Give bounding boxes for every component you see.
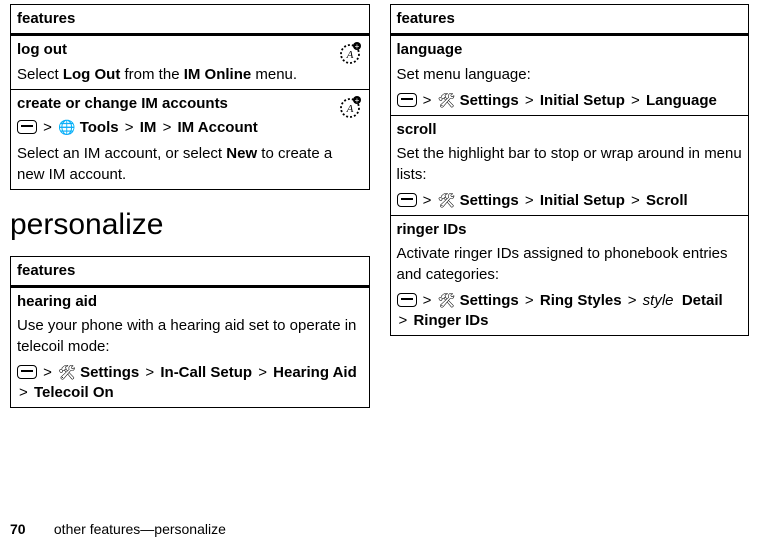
- menu-key-icon: [397, 193, 417, 207]
- accessibility-badge-icon: A+: [337, 40, 363, 66]
- row-ringer-ids: ringer IDs Activate ringer IDs assigned …: [390, 216, 749, 336]
- nav-path: > 🌐 Tools > IM > IM Account: [17, 118, 363, 138]
- svg-text:A: A: [345, 103, 353, 115]
- row-log-out: A+ log out Select Log Out from the IM On…: [11, 35, 370, 90]
- row-text: Select an IM account, or select New to c…: [17, 144, 363, 185]
- row-text: Set menu language:: [397, 65, 743, 85]
- row-text: Activate ringer IDs assigned to phoneboo…: [397, 244, 743, 285]
- row-text: Use your phone with a hearing aid set to…: [17, 316, 363, 357]
- features-table-right: features language Set menu language: > 🛠…: [390, 4, 750, 336]
- row-title: ringer IDs: [397, 220, 743, 240]
- settings-icon: 🛠: [438, 292, 456, 308]
- svg-text:+: +: [354, 96, 359, 105]
- table-header: features: [11, 5, 370, 35]
- row-scroll: scroll Set the highlight bar to stop or …: [390, 116, 749, 216]
- tools-icon: 🌐: [58, 119, 75, 135]
- row-title: hearing aid: [17, 292, 363, 312]
- row-create-im: A+ create or change IM accounts > 🌐 Tool…: [11, 89, 370, 189]
- menu-key-icon: [397, 293, 417, 307]
- nav-path: > 🛠 Settings > Initial Setup > Scroll: [397, 191, 743, 211]
- menu-key-icon: [17, 120, 37, 134]
- page-footer: 70 other features—personalize: [10, 521, 226, 537]
- accessibility-badge-icon: A+: [337, 94, 363, 120]
- svg-text:A: A: [345, 49, 353, 61]
- row-hearing-aid: hearing aid Use your phone with a hearin…: [11, 287, 370, 408]
- nav-path: > 🛠 Settings > In-Call Setup > Hearing A…: [17, 363, 363, 404]
- row-text: Set the highlight bar to stop or wrap ar…: [397, 144, 743, 185]
- features-table-left-2: features hearing aid Use your phone with…: [10, 256, 370, 409]
- menu-key-icon: [17, 365, 37, 379]
- table-header: features: [390, 5, 749, 35]
- row-title: create or change IM accounts: [17, 94, 363, 114]
- menu-key-icon: [397, 93, 417, 107]
- page-number: 70: [10, 521, 50, 537]
- row-text: Select Log Out from the IM Online menu.: [17, 66, 297, 83]
- settings-icon: 🛠: [438, 192, 456, 208]
- nav-path: > 🛠 Settings > Ring Styles > style Detai…: [397, 291, 743, 332]
- row-language: language Set menu language: > 🛠 Settings…: [390, 35, 749, 116]
- section-heading-personalize: personalize: [10, 208, 370, 242]
- row-title: log out: [17, 40, 363, 60]
- row-title: language: [397, 40, 743, 60]
- settings-icon: 🛠: [438, 92, 456, 108]
- svg-text:+: +: [354, 42, 359, 51]
- footer-text: other features—personalize: [54, 521, 226, 537]
- row-title: scroll: [397, 120, 743, 140]
- nav-path: > 🛠 Settings > Initial Setup > Language: [397, 91, 743, 111]
- table-header: features: [11, 256, 370, 286]
- settings-icon: 🛠: [58, 364, 76, 380]
- features-table-left-1: features A+ log out Select Log Out from …: [10, 4, 370, 190]
